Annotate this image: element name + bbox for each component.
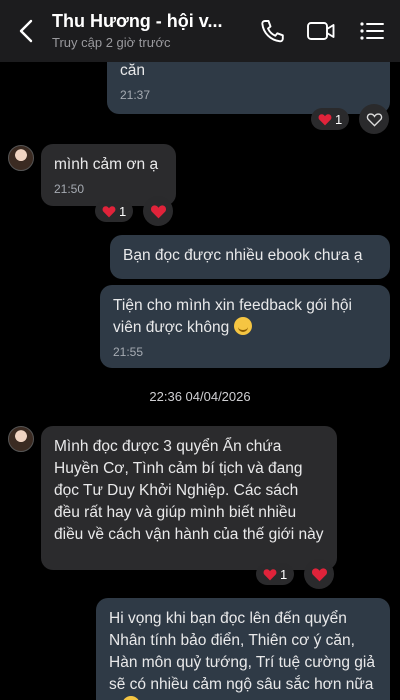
message-bubble-incoming[interactable]: Mình đọc được 3 quyển Ẩn chứa Huyền Cơ, …: [41, 426, 337, 570]
heart-icon: [311, 567, 327, 581]
heart-outline-icon: [366, 112, 382, 127]
heart-icon: [263, 568, 277, 580]
reaction-pill[interactable]: 1: [311, 108, 350, 130]
heart-icon: [102, 205, 116, 217]
date-separator: 22:36 04/04/2026: [149, 389, 251, 404]
message-text: mình cảm ơn ạ: [54, 156, 159, 173]
message-bubble-outgoing[interactable]: Hi vọng khi bạn đọc lên đến quyển Nhân t…: [96, 598, 390, 700]
message-text: Tiện cho mình xin feedback gói hội viên …: [113, 297, 352, 336]
add-reaction-button[interactable]: [304, 559, 334, 589]
reaction-count: 1: [119, 203, 127, 219]
grinning-face-emoji: [233, 317, 252, 335]
message-bubble-outgoing[interactable]: Tiện cho mình xin feedback gói hội viên …: [100, 285, 390, 368]
video-camera-icon[interactable]: [306, 18, 336, 44]
reaction-count: 1: [335, 111, 343, 127]
message-time: 21:55: [113, 345, 144, 359]
heart-icon: [318, 113, 332, 125]
message-bubble-outgoing[interactable]: Bạn đọc được nhiều ebook chưa ạ: [110, 235, 390, 279]
message-text: Bạn đọc được nhiều ebook chưa ạ: [123, 247, 363, 264]
reaction-pill[interactable]: 1: [256, 563, 295, 585]
message-text: Hi vọng khi bạn đọc lên đến quyển Nhân t…: [109, 610, 375, 700]
reaction-pill[interactable]: 1: [95, 200, 134, 222]
chevron-left-icon[interactable]: [14, 18, 38, 44]
message-time: 21:50: [54, 182, 85, 196]
message-text: Mình đọc được 3 quyển Ẩn chứa Huyền Cơ, …: [54, 438, 324, 543]
phone-icon[interactable]: [258, 18, 286, 44]
conversation-info[interactable]: Thu Hương - hội v... Truy cập 2 giờ trướ…: [52, 10, 242, 51]
list-menu-icon[interactable]: [358, 18, 386, 44]
add-reaction-button[interactable]: [143, 196, 173, 226]
avatar[interactable]: [8, 145, 34, 171]
chat-header: Thu Hương - hội v... Truy cập 2 giờ trướ…: [0, 0, 400, 62]
message-time: 21:37: [120, 88, 151, 102]
smiling-face-emoji: [121, 696, 140, 700]
heart-icon: [150, 204, 166, 218]
conversation-title: Thu Hương - hội v...: [52, 11, 223, 31]
reaction-count: 1: [280, 566, 288, 582]
avatar[interactable]: [8, 426, 34, 452]
add-reaction-button[interactable]: [359, 104, 389, 134]
chat-screen: Trọng tâm nhất là cuốn Thiên cơ ý căn 21…: [0, 0, 400, 700]
last-active-status: Truy cập 2 giờ trước: [52, 35, 171, 50]
